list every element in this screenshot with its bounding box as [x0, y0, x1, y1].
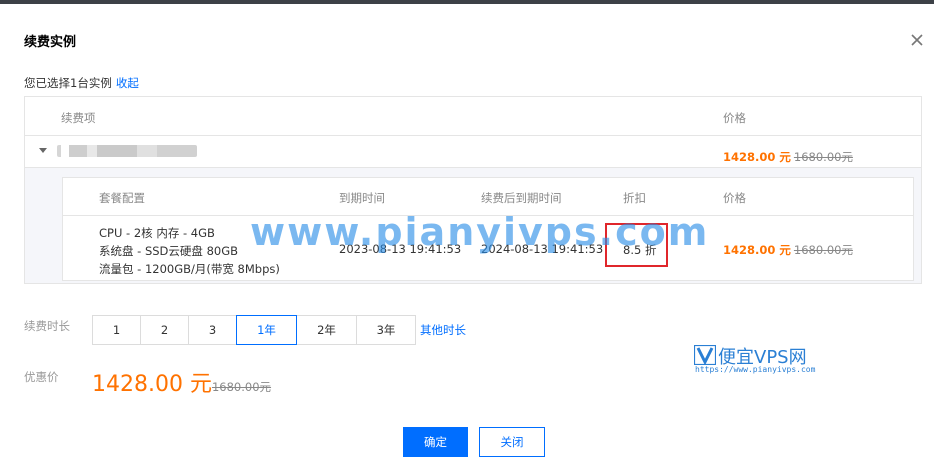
- renewal-table: 续费项 价格 1428.00 元 1680.00元 套餐配置 到期时间 续费后到期…: [24, 96, 922, 284]
- watermark-text: www.pianyivps.com: [250, 210, 710, 254]
- close-button[interactable]: 关闭: [479, 427, 545, 457]
- logo-v-icon: [694, 345, 716, 365]
- detail-price: 1428.00 元 1680.00元: [723, 243, 853, 257]
- caret-down-icon[interactable]: [39, 148, 47, 153]
- duration-option-2-year[interactable]: 2年: [296, 315, 357, 345]
- detail-header-price: 价格: [723, 191, 746, 205]
- selection-info: 您已选择1台实例 收起: [24, 75, 139, 91]
- instance-name-blurred: [57, 145, 197, 157]
- close-icon[interactable]: [907, 30, 927, 50]
- duration-option-1-year[interactable]: 1年: [236, 315, 297, 345]
- confirm-button[interactable]: 确定: [403, 427, 468, 457]
- top-bar: [0, 0, 934, 4]
- config-line: 流量包 - 1200GB/月(带宽 8Mbps): [99, 262, 280, 276]
- collapse-link[interactable]: 收起: [116, 76, 139, 90]
- duration-option-3-year[interactable]: 3年: [356, 315, 416, 345]
- discount-price-original: 1680.00元: [211, 380, 272, 394]
- discount-price: 1428.00 元1680.00元: [92, 366, 271, 398]
- header-price: 价格: [723, 111, 746, 125]
- logo-url: https://www.pianyivps.com: [695, 365, 816, 374]
- instance-row[interactable]: 1428.00 元 1680.00元: [25, 136, 921, 168]
- detail-header-expire: 到期时间: [339, 191, 385, 205]
- table-header: 续费项 价格: [25, 97, 921, 136]
- detail-header-discount: 折扣: [623, 191, 646, 205]
- duration-selector: 1 2 3 1年 2年 3年: [92, 315, 416, 345]
- discount-price-current: 1428.00 元: [92, 372, 212, 397]
- duration-option-3[interactable]: 3: [188, 315, 237, 345]
- dialog-title: 续费实例: [24, 35, 77, 50]
- duration-option-1[interactable]: 1: [92, 315, 141, 345]
- discount-price-label: 优惠价: [24, 370, 59, 384]
- header-item: 续费项: [61, 111, 96, 125]
- detail-header-renew-expire: 续费后到期时间: [481, 191, 562, 205]
- selection-text: 您已选择1台实例: [24, 76, 112, 90]
- instance-price: 1428.00 元 1680.00元: [723, 150, 853, 164]
- duration-option-2[interactable]: 2: [140, 315, 189, 345]
- duration-label: 续费时长: [24, 319, 70, 333]
- other-duration-link[interactable]: 其他时长: [420, 322, 466, 338]
- detail-header-config: 套餐配置: [99, 191, 145, 205]
